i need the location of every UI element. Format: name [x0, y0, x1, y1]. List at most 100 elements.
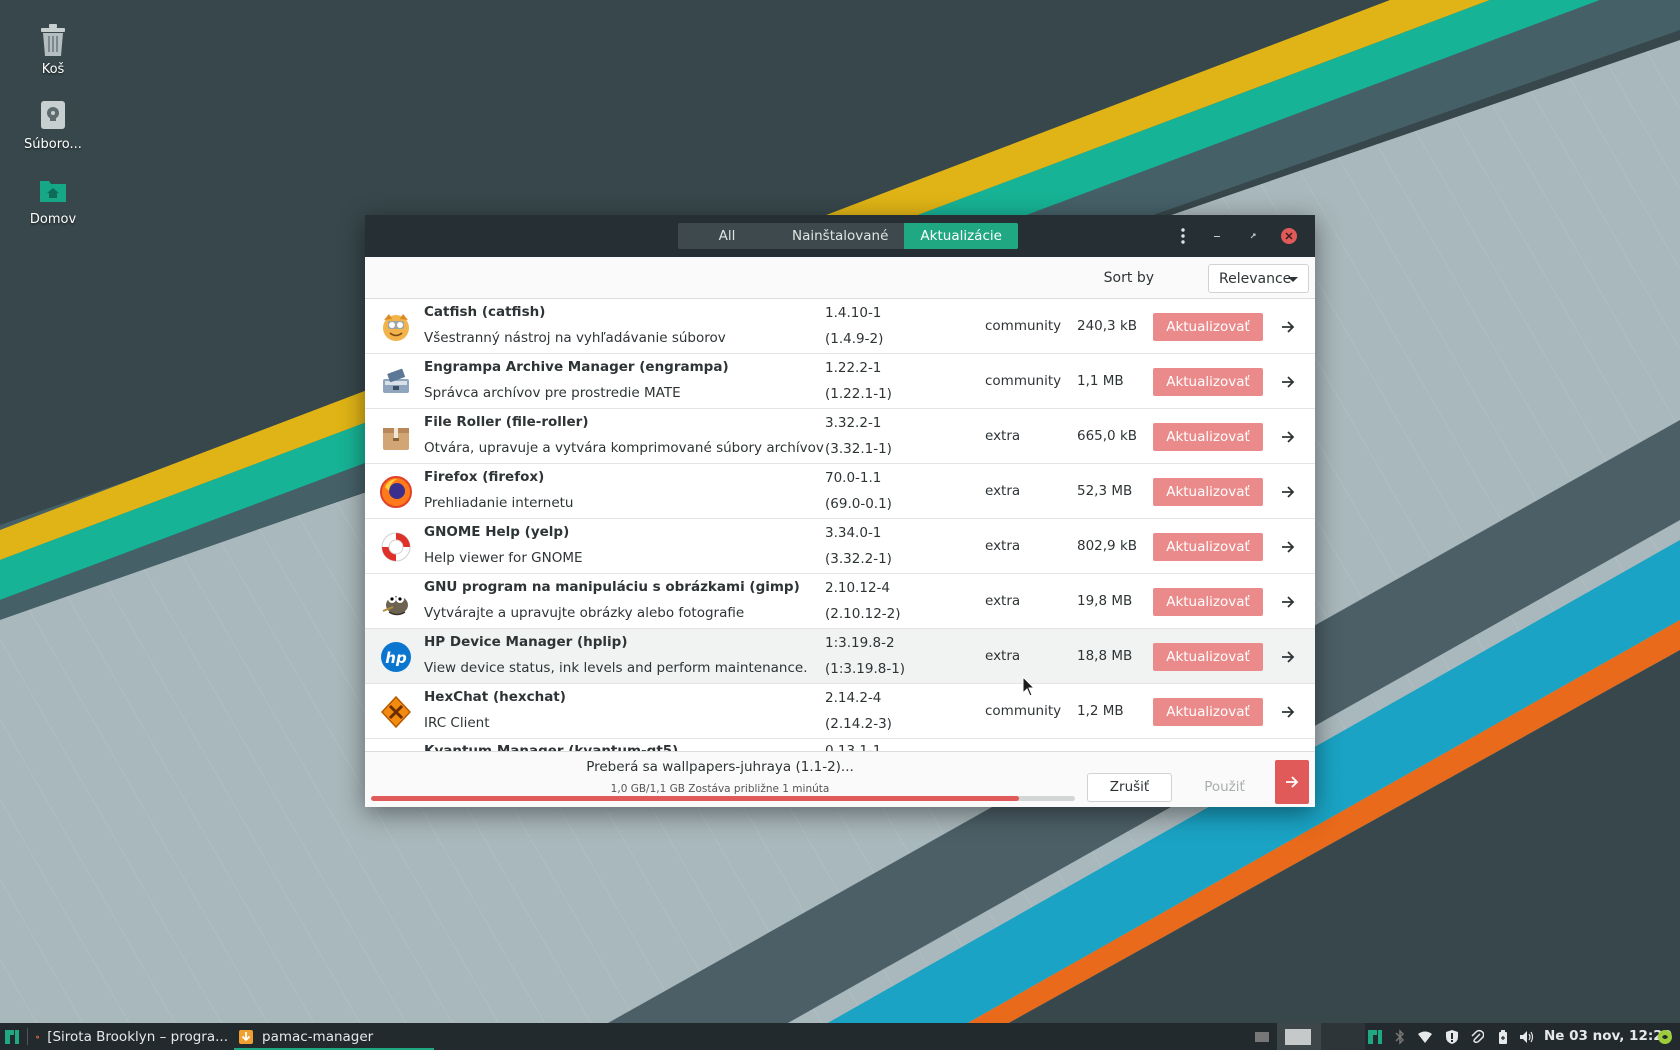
package-size: 52,3 MB [1077, 483, 1133, 499]
package-old-version: (1.22.1-1) [825, 386, 892, 402]
workspace-2[interactable] [1321, 1023, 1365, 1050]
tab-updates[interactable]: Aktualizácie [904, 223, 1018, 249]
update-button[interactable]: Aktualizovať [1153, 588, 1263, 616]
package-version: 1:3.19.8-2 [825, 635, 895, 651]
update-shield-icon[interactable] [1443, 1028, 1460, 1045]
package-old-version: (69.0-0.1) [825, 496, 892, 512]
firefox-icon [380, 476, 412, 508]
menu-button[interactable] [1173, 226, 1193, 246]
package-row-file-roller[interactable]: File Roller (file-roller) Otvára, upravu… [365, 409, 1315, 464]
package-row-catfish[interactable]: Catfish (catfish) Všestranný nástroj na … [365, 299, 1315, 354]
package-version: 3.34.0-1 [825, 525, 882, 541]
package-repo: extra [985, 538, 1021, 554]
hexchat-icon [380, 695, 412, 729]
transaction-status: Preberá sa wallpapers-juhraya (1.1-2)... [586, 759, 854, 775]
close-button[interactable] [1279, 226, 1299, 246]
tab-installed[interactable]: Nainštalované [776, 223, 904, 249]
package-version: 1.4.10-1 [825, 305, 882, 321]
package-old-version: (2.14.2-3) [825, 716, 892, 732]
volume-icon[interactable] [1518, 1028, 1535, 1045]
package-repo: community [985, 703, 1062, 719]
desktop-icon-label: Koš [41, 62, 65, 77]
task-label: pamac-manager [262, 1028, 374, 1045]
details-button[interactable] [1277, 371, 1299, 393]
update-button[interactable]: Aktualizovať [1153, 698, 1263, 726]
package-version: 70.0-1.1 [825, 470, 882, 486]
package-row-hplip[interactable]: hp HP Device Manager (hplip) View device… [365, 629, 1315, 684]
details-button[interactable] [1277, 481, 1299, 503]
package-version: 2.10.12-4 [825, 580, 890, 596]
update-button[interactable]: Aktualizovať [1153, 423, 1263, 451]
package-size: 240,3 kB [1077, 318, 1138, 334]
trash-icon [35, 20, 71, 60]
package-description: IRC Client [424, 715, 490, 731]
update-button[interactable]: Aktualizovať [1153, 478, 1263, 506]
package-name: Firefox (firefox) [424, 469, 545, 485]
minimize-button[interactable] [1207, 226, 1227, 246]
go-to-transaction-button[interactable] [1275, 760, 1309, 804]
package-name: HexChat (hexchat) [424, 689, 566, 705]
package-description: Otvára, upravuje a vytvára komprimované … [424, 440, 824, 456]
desktop-icon-filesystem[interactable]: Súboro... [14, 95, 92, 152]
package-row-hexchat[interactable]: HexChat (hexchat) IRC Client 2.14.2-4 (2… [365, 684, 1315, 739]
desktop-icon-label: Súboro... [24, 137, 82, 152]
arrow-right-icon [1282, 706, 1295, 718]
clock[interactable]: Ne 03 nov, 12:20 [1544, 1023, 1672, 1050]
apply-button[interactable]: Použiť [1182, 773, 1267, 802]
maximize-icon [1250, 233, 1256, 239]
notification-icon[interactable] [1656, 1028, 1673, 1045]
close-icon [1281, 228, 1297, 244]
gimp-icon [382, 595, 408, 616]
package-version: 0.13.1-1 [825, 743, 882, 751]
task-pamac-manager[interactable]: pamac-manager [234, 1023, 434, 1050]
details-button[interactable] [1277, 646, 1299, 668]
package-row-firefox[interactable]: Firefox (firefox) Prehliadanie internetu… [365, 464, 1315, 519]
package-description: Help viewer for GNOME [424, 550, 583, 566]
battery-icon[interactable] [1494, 1028, 1511, 1045]
task-label: [Sirota Brooklyn – progra... [47, 1028, 228, 1045]
package-size: 1,1 MB [1077, 373, 1124, 389]
package-size: 18,8 MB [1077, 648, 1133, 664]
start-menu-button[interactable] [4, 1023, 20, 1050]
details-button[interactable] [1277, 591, 1299, 613]
bluetooth-icon[interactable] [1391, 1028, 1408, 1045]
manjaro-logo-icon [5, 1029, 19, 1044]
package-repo: extra [985, 428, 1021, 444]
manjaro-settings-icon[interactable] [1366, 1028, 1383, 1045]
wifi-icon[interactable] [1416, 1028, 1433, 1045]
package-row-engrampa[interactable]: Engrampa Archive Manager (engrampa) Sprá… [365, 354, 1315, 409]
package-row-kvantum[interactable]: Kvantum Manager (kvantum-qt5) 0.13.1-1 [365, 739, 1315, 751]
desktop-icon-home[interactable]: Domov [14, 170, 92, 227]
view-tabs: All Nainštalované Aktualizácie [678, 223, 1018, 249]
download-progress-bar [371, 796, 1075, 801]
package-repo: community [985, 373, 1062, 389]
details-button[interactable] [1277, 701, 1299, 723]
kebab-menu-icon [1181, 228, 1185, 244]
details-button[interactable] [1277, 536, 1299, 558]
update-button[interactable]: Aktualizovať [1153, 313, 1263, 341]
package-row-gimp[interactable]: GNU program na manipuláciu s obrázkami (… [365, 574, 1315, 629]
desktop-icon-trash[interactable]: Koš [14, 20, 92, 77]
package-row-yelp[interactable]: GNOME Help (yelp) Help viewer for GNOME … [365, 519, 1315, 574]
file-roller-icon [383, 428, 409, 450]
update-button[interactable]: Aktualizovať [1153, 533, 1263, 561]
package-repo: extra [985, 483, 1021, 499]
tab-all[interactable]: All [678, 223, 776, 249]
update-button[interactable]: Aktualizovať [1153, 643, 1263, 671]
workspace-1[interactable] [1277, 1023, 1321, 1050]
details-button[interactable] [1277, 426, 1299, 448]
package-repo: extra [985, 648, 1021, 664]
home-folder-icon [35, 170, 71, 210]
task-firefox[interactable]: [Sirota Brooklyn – progra... [36, 1023, 228, 1050]
screenshot-icon[interactable] [1253, 1028, 1270, 1045]
sort-dropdown[interactable]: Relevance [1208, 264, 1309, 293]
details-button[interactable] [1277, 316, 1299, 338]
cancel-button[interactable]: Zrušiť [1087, 773, 1172, 802]
engrampa-icon [383, 368, 409, 393]
package-size: 19,8 MB [1077, 593, 1133, 609]
maximize-button[interactable] [1243, 226, 1263, 246]
package-name: GNOME Help (yelp) [424, 524, 570, 540]
update-button[interactable]: Aktualizovať [1153, 368, 1263, 396]
mouse-cursor [1022, 676, 1036, 697]
paperclip-icon[interactable] [1468, 1028, 1485, 1045]
